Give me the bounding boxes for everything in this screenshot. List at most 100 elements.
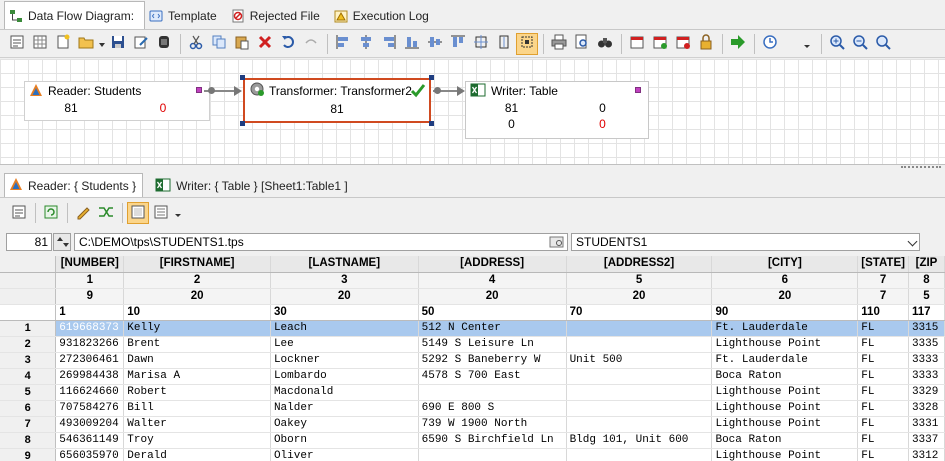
row-number[interactable]: 9 <box>0 448 57 461</box>
table-cell[interactable]: 3328 <box>908 400 945 417</box>
tab-reader-students[interactable]: Reader: { Students } <box>4 173 144 197</box>
table-row[interactable]: 8 546361149 Troy Oborn 6590 S Birchfield Ln B… <box>0 432 945 449</box>
table-cell[interactable] <box>418 448 567 461</box>
table-cell[interactable]: Macdonald <box>270 384 419 401</box>
table-cell[interactable]: 3333 <box>908 352 945 369</box>
paste-button[interactable] <box>231 33 253 55</box>
grid-button[interactable] <box>29 33 51 55</box>
toolbar-overflow-dropdown[interactable] <box>798 33 816 55</box>
browse-icon[interactable] <box>549 235 565 253</box>
tab-execution-log[interactable]: Execution Log <box>330 3 439 29</box>
tab-writer-table[interactable]: Writer: { Table } [Sheet1:Table1 ] <box>151 175 354 197</box>
table-row[interactable]: 5 116624660 Robert Macdonald Lighthouse Poin… <box>0 384 945 401</box>
table-cell[interactable]: 116624660 <box>55 384 125 401</box>
table-cell[interactable]: Oakey <box>270 416 419 433</box>
table-cell[interactable]: Troy <box>123 432 271 449</box>
cut-button[interactable] <box>185 33 207 55</box>
find-button[interactable] <box>594 33 616 55</box>
open-dropdown[interactable] <box>98 33 106 55</box>
table-cell[interactable]: FL <box>857 400 909 417</box>
row-number[interactable]: 4 <box>0 368 57 385</box>
table-cell[interactable]: 619668373 <box>55 320 125 337</box>
lock-button[interactable] <box>695 33 717 55</box>
table-select[interactable]: STUDENTS1 <box>571 233 920 251</box>
new-button[interactable] <box>52 33 74 55</box>
zoom-out-button[interactable] <box>849 33 871 55</box>
table-row[interactable]: 9 656035970 Derald Oliver Lighthouse Point FL… <box>0 448 945 461</box>
table-cell[interactable]: 272306461 <box>55 352 125 369</box>
shuffle-button[interactable] <box>95 202 117 224</box>
table-cell[interactable]: 512 N Center <box>418 320 567 337</box>
data-grid[interactable]: [NUMBER] [FIRSTNAME] [LASTNAME] [ADDRESS] [A… <box>0 256 945 461</box>
database-button[interactable] <box>153 33 175 55</box>
same-height-button[interactable] <box>493 33 515 55</box>
table-cell[interactable] <box>566 368 713 385</box>
row-number[interactable]: 8 <box>0 432 57 449</box>
table-cell[interactable]: 3329 <box>908 384 945 401</box>
table-row[interactable]: 6 707584276 Bill Nalder 690 E 800 S Lighthous… <box>0 400 945 417</box>
table-cell[interactable]: 493009204 <box>55 416 125 433</box>
form-view-button[interactable] <box>150 202 172 224</box>
row-number[interactable]: 1 <box>0 320 57 337</box>
undo-button[interactable] <box>277 33 299 55</box>
table-cell[interactable]: FL <box>857 352 909 369</box>
table-cell[interactable] <box>566 336 713 353</box>
table-cell[interactable]: FL <box>857 416 909 433</box>
table-cell[interactable]: FL <box>857 368 909 385</box>
table-cell[interactable]: FL <box>857 384 909 401</box>
table-cell[interactable]: Bldg 101, Unit 600 <box>566 432 713 449</box>
column-header[interactable]: [CITY] <box>711 256 859 273</box>
column-header[interactable]: [FIRSTNAME] <box>123 256 271 273</box>
table-cell[interactable] <box>418 384 567 401</box>
column-header[interactable]: [NUMBER] <box>55 256 125 273</box>
table-cell[interactable]: 5149 S Leisure Ln <box>418 336 567 353</box>
table-cell[interactable]: Ft. Lauderdale <box>711 320 859 337</box>
table-cell[interactable]: Lee <box>270 336 419 353</box>
table-cell[interactable]: 546361149 <box>55 432 125 449</box>
print-preview-button[interactable] <box>571 33 593 55</box>
table-view-button[interactable] <box>127 202 149 224</box>
table-cell[interactable]: Leach <box>270 320 419 337</box>
zoom-in-button[interactable] <box>826 33 848 55</box>
table-cell[interactable] <box>566 416 713 433</box>
table-cell[interactable] <box>566 400 713 417</box>
column-header[interactable]: [ZIP <box>908 256 945 273</box>
column-header[interactable]: [ADDRESS2] <box>566 256 713 273</box>
table-cell[interactable]: 656035970 <box>55 448 125 461</box>
table-cell[interactable]: Lighthouse Point <box>711 384 859 401</box>
table-cell[interactable]: Boca Raton <box>711 368 859 385</box>
table-cell[interactable]: 3312 <box>908 448 945 461</box>
align-top-button[interactable] <box>447 33 469 55</box>
table-row[interactable]: 1 619668373 Kelly Leach 512 N Center Ft. Laud… <box>0 320 945 337</box>
tab-template[interactable]: Template <box>145 3 227 29</box>
file-path-field[interactable]: C:\DEMO\tps\STUDENTS1.tps <box>74 233 568 251</box>
snap-to-grid-button[interactable] <box>516 32 538 55</box>
column-header[interactable]: [LASTNAME] <box>270 256 419 273</box>
table-cell[interactable] <box>566 320 713 337</box>
align-bottom-button[interactable] <box>401 33 423 55</box>
table-cell[interactable]: 739 W 1900 North <box>418 416 567 433</box>
align-center-button[interactable] <box>355 33 377 55</box>
copy-button[interactable] <box>208 33 230 55</box>
timer-button[interactable] <box>759 33 781 55</box>
row-number[interactable]: 2 <box>0 336 57 353</box>
tab-data-flow-diagram[interactable]: Data Flow Diagram: <box>4 1 146 29</box>
properties-button[interactable] <box>8 202 30 224</box>
align-right-button[interactable] <box>378 33 400 55</box>
table-cell[interactable]: 4578 S 700 East <box>418 368 567 385</box>
delete-button[interactable] <box>254 33 276 55</box>
table-row[interactable]: 3 272306461 Dawn Lockner 5292 S Baneberry WU… <box>0 352 945 369</box>
row-number[interactable]: 3 <box>0 352 57 369</box>
table-cell[interactable]: 3333 <box>908 368 945 385</box>
table-cell[interactable]: 5292 S Baneberry W <box>418 352 567 369</box>
panel-splitter[interactable] <box>0 165 945 173</box>
zoom-reset-button[interactable] <box>872 33 894 55</box>
row-number[interactable]: 7 <box>0 416 57 433</box>
row-number[interactable]: 6 <box>0 400 57 417</box>
table-cell[interactable]: 3315 <box>908 320 945 337</box>
open-button[interactable] <box>75 33 97 55</box>
table-cell[interactable]: FL <box>857 320 909 337</box>
print-button[interactable] <box>548 33 570 55</box>
table-cell[interactable]: FL <box>857 336 909 353</box>
table-cell[interactable]: Lighthouse Point <box>711 448 859 461</box>
